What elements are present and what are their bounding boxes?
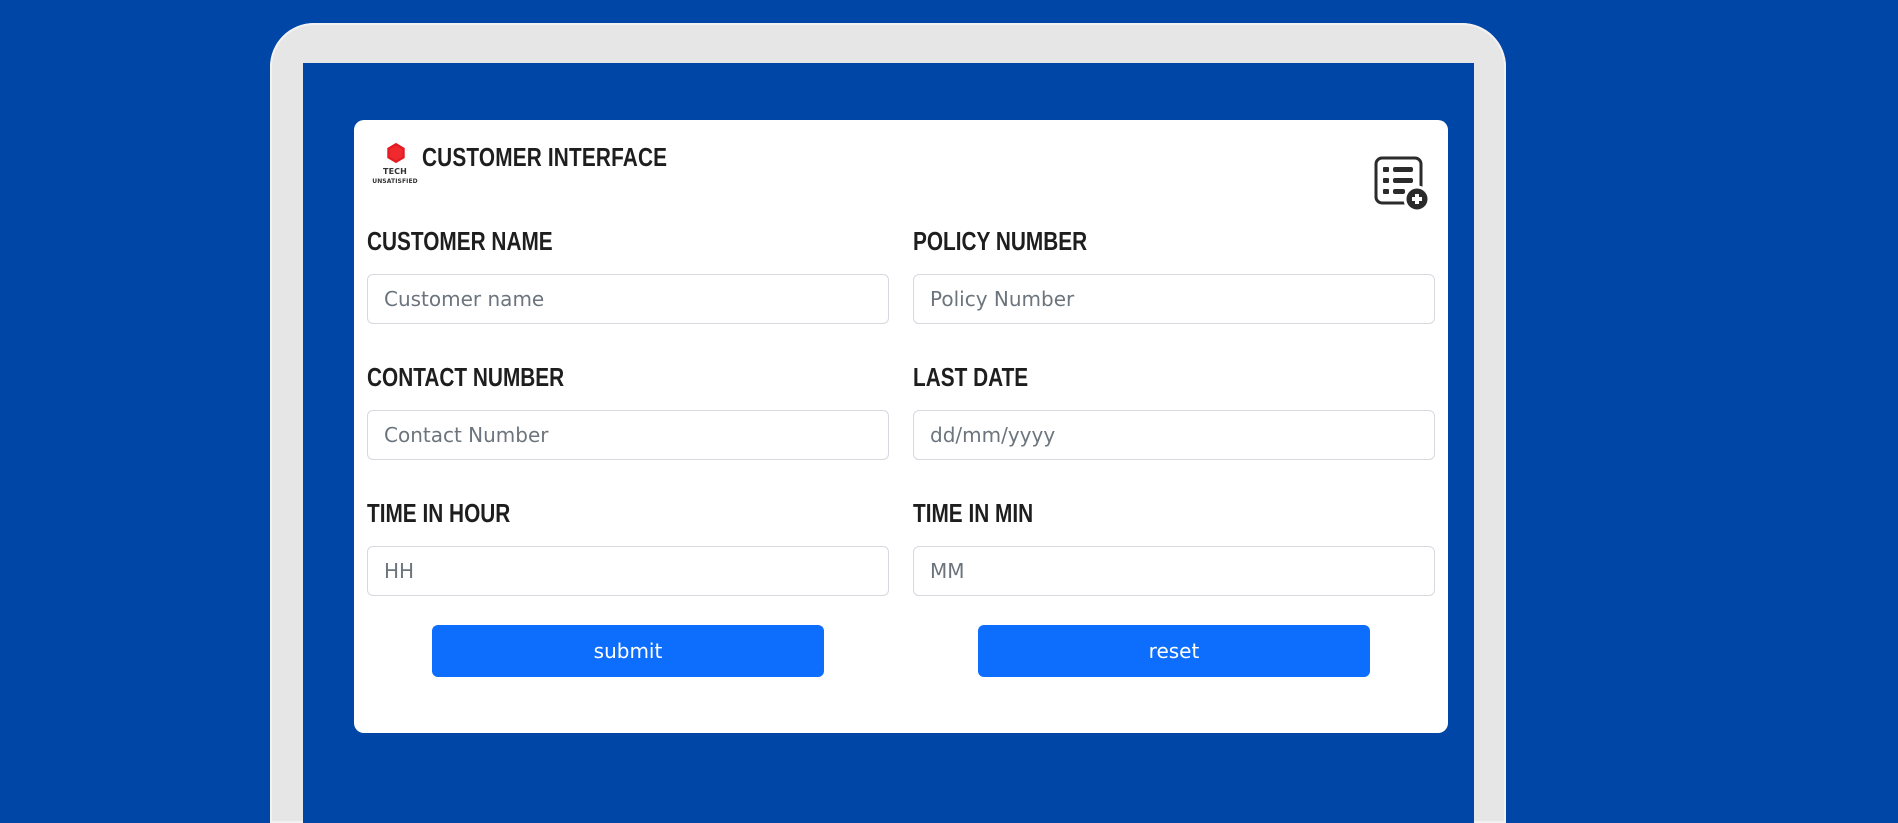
reset-button[interactable]: reset: [978, 625, 1370, 677]
customer-name-label: CUSTOMER NAME: [367, 226, 553, 256]
contact-number-label: CONTACT NUMBER: [367, 362, 565, 392]
red-hexagon-icon: [387, 142, 405, 164]
policy-number-group: POLICY NUMBER: [913, 224, 1435, 360]
time-hour-input[interactable]: [367, 546, 889, 596]
customer-form: CUSTOMER NAME POLICY NUMBER CONTACT NUMB…: [367, 224, 1435, 632]
brand-logo: TECH UNSATISFIED: [370, 142, 420, 194]
form-actions: submit reset: [367, 625, 1435, 677]
card-header: TECH UNSATISFIED CUSTOMER INTERFACE: [370, 140, 1432, 213]
time-min-label: TIME IN MIN: [913, 498, 1034, 528]
policy-number-label: POLICY NUMBER: [913, 226, 1088, 256]
time-min-input[interactable]: [913, 546, 1435, 596]
policy-number-input[interactable]: [913, 274, 1435, 324]
customer-name-input[interactable]: [367, 274, 889, 324]
brand-name: TECH: [383, 167, 407, 176]
customer-name-group: CUSTOMER NAME: [367, 224, 889, 360]
reset-slot: reset: [913, 625, 1435, 677]
time-hour-label: TIME IN HOUR: [367, 498, 511, 528]
time-min-group: TIME IN MIN: [913, 496, 1435, 632]
submit-button[interactable]: submit: [432, 625, 824, 677]
brand-tagline: UNSATISFIED: [372, 178, 418, 185]
last-date-group: LAST DATE: [913, 360, 1435, 496]
last-date-label: LAST DATE: [913, 362, 1029, 392]
contact-number-group: CONTACT NUMBER: [367, 360, 889, 496]
page-title: CUSTOMER INTERFACE: [422, 142, 668, 172]
list-add-icon: [1374, 156, 1431, 213]
contact-number-input[interactable]: [367, 410, 889, 460]
last-date-input[interactable]: [913, 410, 1435, 460]
customer-interface-card: TECH UNSATISFIED CUSTOMER INTERFACE CUST…: [354, 120, 1448, 733]
submit-slot: submit: [367, 625, 889, 677]
add-list-button[interactable]: [1374, 156, 1432, 214]
time-hour-group: TIME IN HOUR: [367, 496, 889, 632]
